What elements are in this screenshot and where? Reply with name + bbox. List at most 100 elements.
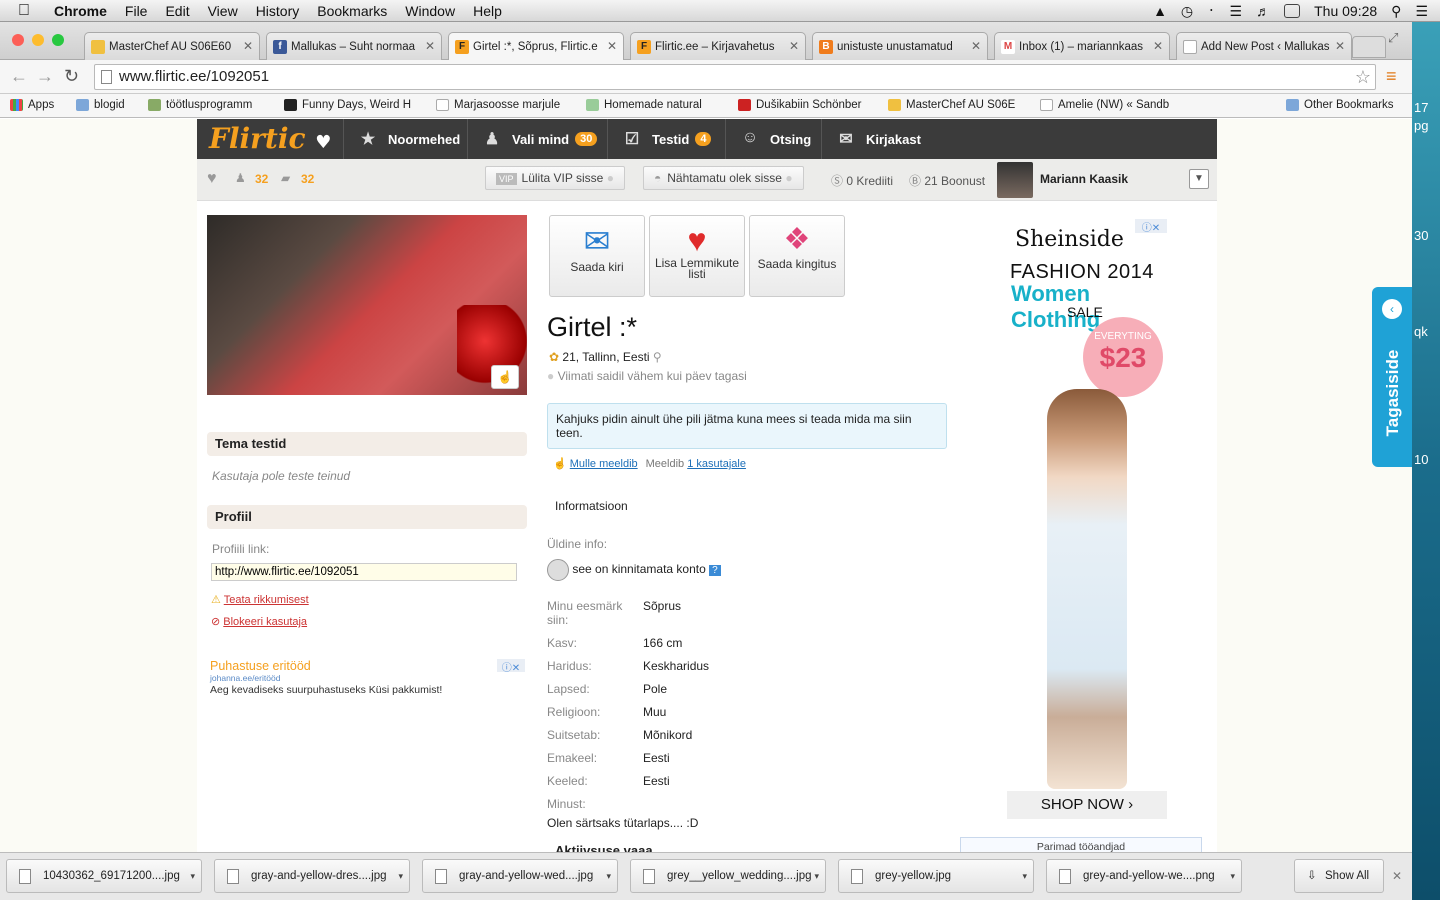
close-tab-icon[interactable]: ✕ [243,39,253,53]
help-icon[interactable]: ? [709,565,721,577]
close-tab-icon[interactable]: ✕ [1153,39,1163,53]
nav-testid[interactable]: ☑ Testid 4 [607,119,725,159]
text-ad-body[interactable]: Aeg kevadiseks suurpuhastuseks Küsi pakk… [210,684,442,696]
download-item[interactable]: 10430362_69171200....jpg ▾ [6,859,202,893]
bluetooth-icon[interactable]: ᛫ [1207,3,1215,19]
send-message-button[interactable]: ✉ Saada kiri [549,215,645,297]
bookmark-tootlus[interactable]: töötlusprogramm [148,99,252,111]
nav-kirjakast[interactable]: ✉ Kirjakast [821,119,931,159]
spotlight-icon[interactable]: ⚲ [1391,3,1401,20]
close-tab-icon[interactable]: ✕ [971,39,981,53]
heart-icon[interactable]: ♥ [207,170,217,188]
menu-help[interactable]: Help [473,3,502,19]
menu-icon[interactable]: ≡ [1386,66,1397,87]
back-icon[interactable]: ← [10,66,28,87]
bookmark-dusikabiin[interactable]: Dušikabiin Schönber [738,99,861,111]
search-icon[interactable]: ⚲ [653,350,662,364]
profile-photo[interactable]: ☝ [207,215,527,395]
sheinside-ad[interactable]: ⓘ✕ Sheinside FASHION 2014 Women Clothing… [1007,219,1167,819]
bookmark-marjasoosse[interactable]: Marjasoosse marjule [436,99,560,111]
apple-icon[interactable]:  [18,2,36,20]
menu-app-name[interactable]: Chrome [54,3,107,19]
star-icon[interactable]: ☆ [1355,65,1371,89]
comments-count[interactable]: 32 [301,172,314,186]
fullscreen-icon[interactable]: ⤢ [1388,30,1398,46]
comment-icon[interactable]: ▰ [281,171,290,185]
download-item[interactable]: grey-and-yellow-we....png ▾ [1046,859,1242,893]
zoom-window-icon[interactable] [52,34,64,46]
thumbs-up-icon[interactable]: ☝ [491,365,519,389]
add-favorite-button[interactable]: ♥ Lisa Lemmikute listi [649,215,745,297]
visitors-icon[interactable]: ♟ [235,171,246,185]
menu-history[interactable]: History [256,3,300,19]
ad-shop-now-button[interactable]: SHOP NOW › [1007,791,1167,819]
download-item[interactable]: gray-and-yellow-wed....jpg ▾ [422,859,618,893]
text-ad-title[interactable]: Puhastuse eritööd [210,659,311,673]
tab-kirjavahetus[interactable]: F Flirtic.ee – Kirjavahetus ✕ [630,32,806,60]
username[interactable]: Mariann Kaasik [1040,172,1128,186]
bonus[interactable]: Ⓑ 21 Boonust [909,172,985,189]
report-link[interactable]: ⚠ Teata rikkumisest [211,593,309,606]
info-tab[interactable]: Informatsioon [555,499,628,513]
download-item[interactable]: grey__yellow_wedding....jpg ▾ [630,859,826,893]
chevron-down-icon[interactable]: ▾ [398,860,403,892]
close-tab-icon[interactable]: ✕ [789,39,799,53]
download-item[interactable]: grey-yellow.jpg ▾ [838,859,1034,893]
new-tab-button[interactable] [1352,36,1386,58]
chevron-down-icon[interactable]: ▾ [814,860,819,892]
url-text[interactable]: www.flirtic.ee/1092051 [119,68,269,85]
chevron-down-icon[interactable]: ▾ [606,860,611,892]
time-machine-icon[interactable]: ◷ [1181,3,1193,20]
menu-edit[interactable]: Edit [165,3,189,19]
invisible-toggle-button[interactable]: ◓ Nähtamatu olek sisse ● [643,166,804,190]
wifi-icon[interactable]: ☰ [1230,3,1243,20]
reload-icon[interactable]: ↻ [64,66,79,87]
credits[interactable]: Ⓢ 0 Krediiti [831,172,893,189]
avatar[interactable] [997,162,1033,198]
tab-masterchef[interactable]: MasterChef AU S06E60 ✕ [84,32,260,60]
close-downloads-icon[interactable]: ✕ [1392,869,1402,883]
feedback-tab[interactable]: ‹ Tagasiside [1372,287,1412,467]
tab-blogger[interactable]: Bunistuste unustamatud ✕ [812,32,988,60]
bookmark-masterchef[interactable]: MasterChef AU S06E [888,99,1015,111]
vip-toggle-button[interactable]: VIP Lülita VIP sisse ● [485,166,625,190]
nav-noormehed[interactable]: ★ Noormehed [343,119,467,159]
list-icon[interactable]: ☰ [1415,3,1428,20]
url-bar[interactable]: www.flirtic.ee/1092051 ☆ [94,64,1376,90]
bookmark-amelie[interactable]: Amelie (NW) « Sandb [1040,99,1169,111]
employer-ad[interactable]: Parimad tööandjad [960,837,1202,852]
like-link[interactable]: Mulle meeldib [570,458,638,470]
tab-add-post[interactable]: Add New Post ‹ Mallukas ✕ [1176,32,1352,60]
menu-view[interactable]: View [208,3,238,19]
menu-bookmarks[interactable]: Bookmarks [317,3,387,19]
chevron-down-icon[interactable]: ▾ [1022,860,1027,892]
liked-count-link[interactable]: 1 kasutajale [687,458,746,470]
ad-choices-icon[interactable]: ⓘ✕ [1135,219,1167,234]
user-dropdown-button[interactable]: ▼ [1189,169,1209,189]
tab-girtel-active[interactable]: F Girtel :*, Sõprus, Flirtic.e ✕ [448,32,624,61]
notification-icon[interactable]: ▲ [1153,3,1167,19]
tab-mallukas[interactable]: f Mallukas – Suht normaa ✕ [266,32,442,60]
bookmark-other[interactable]: Other Bookmarks [1286,99,1393,111]
site-logo[interactable]: Flirtic ♥ [209,122,331,155]
close-tab-icon[interactable]: ✕ [607,39,617,53]
volume-icon[interactable]: ♬ [1256,3,1270,19]
text-ad-url[interactable]: johanna.ee/eritööd [210,673,280,683]
block-link[interactable]: ⊘ Blokeeri kasutaja [211,615,307,628]
chevron-down-icon[interactable]: ▾ [190,860,195,892]
battery-icon[interactable] [1284,4,1301,18]
close-tab-icon[interactable]: ✕ [1335,39,1345,53]
minimize-window-icon[interactable] [32,34,44,46]
bookmark-funny-days[interactable]: Funny Days, Weird H [284,99,411,111]
nav-otsing[interactable]: ☺ Otsing [725,119,821,159]
profile-link-field[interactable] [211,563,517,581]
show-all-downloads-button[interactable]: ⇩ Show All [1294,859,1384,893]
menu-file[interactable]: File [125,3,148,19]
send-gift-button[interactable]: ❖ Saada kingitus [749,215,845,297]
bookmark-homemade[interactable]: Homemade natural [586,99,702,111]
ad-choices-icon[interactable]: ⓘ✕ [497,659,525,674]
close-window-icon[interactable] [12,34,24,46]
chevron-down-icon[interactable]: ▾ [1230,860,1235,892]
nav-vali-mind[interactable]: ♟ Vali mind 30 [467,119,607,159]
visitors-count[interactable]: 32 [255,172,268,186]
